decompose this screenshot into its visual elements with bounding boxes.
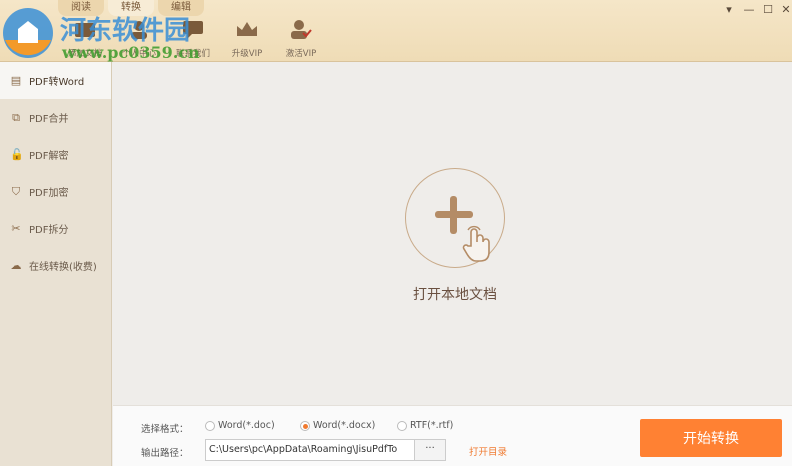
plus-icon-vertical [450,196,457,234]
title-bar: 阅读 转换 编辑 添加文档 个人中心 联系我们 升级VIP 激活VIP ▾ — … [0,0,792,62]
activate-vip-button[interactable]: 激活VIP [274,18,328,59]
minimize-button[interactable]: — [741,3,757,16]
radio-icon [397,420,407,431]
sidebar: ▤ PDF转Word ⧉ PDF合并 🔓 PDF解密 ⛉ PDF加密 ✂ PDF拆分 ☁ 在… [0,62,112,466]
radio-label: Word(*.doc) [218,420,275,431]
crown-icon [237,22,257,36]
sidebar-item-label: 在线转换(收费) [29,262,97,273]
format-rtf-radio[interactable]: RTF(*.rtf) [397,420,453,431]
open-document-label[interactable]: 打开本地文档 [405,284,505,304]
sidebar-item-pdf-merge[interactable]: ⧉ PDF合并 [0,99,111,136]
sidebar-item-pdf-encrypt[interactable]: ⛉ PDF加密 [0,173,111,210]
radio-label: RTF(*.rtf) [410,420,454,431]
sidebar-item-label: PDF解密 [29,151,69,162]
format-label: 选择格式： [141,424,189,435]
sidebar-item-pdf-to-word[interactable]: ▤ PDF转Word [0,62,111,99]
cloud-icon: ☁ [10,258,22,272]
browse-button[interactable]: ··· [414,439,446,461]
user-icon [131,21,147,39]
tab-read[interactable]: 阅读 [58,0,104,16]
chat-icon [183,21,203,39]
output-path-label: 输出路径： [141,448,189,459]
radio-selected-icon [300,420,310,431]
tool-label: 联系我们 [175,49,210,59]
document-icon: ▤ [10,73,22,87]
contact-us-button[interactable]: 联系我们 [166,18,220,59]
radio-icon [205,420,215,431]
tab-edit[interactable]: 编辑 [158,0,204,16]
bottom-panel: 选择格式： Word(*.doc) Word(*.docx) RTF(*.rtf… [113,405,792,466]
folder-icon [75,23,95,37]
hand-pointer-icon [462,225,490,262]
tool-label: 个人中心 [121,49,156,59]
tool-label: 升级VIP [231,49,263,59]
output-path-input[interactable]: C:\Users\pc\AppData\Roaming\JisuPdfTo [205,439,415,461]
split-icon: ✂ [11,221,21,235]
menu-button[interactable]: ▾ [721,3,737,16]
start-convert-button[interactable]: 开始转换 [640,419,782,457]
sidebar-item-label: PDF拆分 [29,225,69,236]
tool-label: 激活VIP [285,49,317,59]
format-docx-radio[interactable]: Word(*.docx) [300,420,375,431]
add-document-button[interactable]: 添加文档 [58,18,112,59]
sidebar-item-pdf-split[interactable]: ✂ PDF拆分 [0,210,111,247]
sidebar-item-label: PDF转Word [29,77,85,88]
sidebar-item-label: PDF合并 [29,114,69,125]
format-doc-radio[interactable]: Word(*.doc) [205,420,275,431]
maximize-button[interactable]: ☐ [760,3,776,16]
open-directory-link[interactable]: 打开目录 [469,444,507,458]
drop-area[interactable]: 打开本地文档 [113,62,792,405]
user-check-icon [291,20,312,39]
sidebar-item-pdf-decrypt[interactable]: 🔓 PDF解密 [0,136,111,173]
sidebar-item-online-convert[interactable]: ☁ 在线转换(收费) [0,247,111,284]
merge-icon: ⧉ [12,110,20,124]
upgrade-vip-button[interactable]: 升级VIP [220,18,274,59]
tab-convert[interactable]: 转换 [108,0,154,16]
tool-label: 添加文档 [67,49,102,59]
close-button[interactable]: ✕ [778,3,792,16]
unlock-icon: 🔓 [10,147,24,161]
radio-label: Word(*.docx) [313,420,376,431]
sidebar-item-label: PDF加密 [29,188,69,199]
shield-icon: ⛉ [11,184,21,198]
user-center-button[interactable]: 个人中心 [112,18,166,59]
